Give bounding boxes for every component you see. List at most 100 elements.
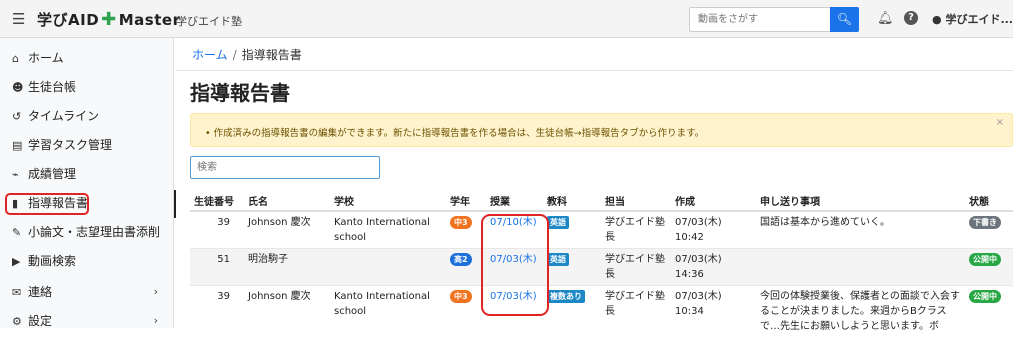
user-name: 学びエイド... xyxy=(945,13,1013,26)
student-id: 39 xyxy=(190,211,244,249)
grade-badge: 高2 xyxy=(450,253,472,266)
status-badge: 公開中 xyxy=(969,290,1001,303)
cross-icon: ✚ xyxy=(101,13,117,27)
note-cell xyxy=(756,249,965,286)
breadcrumb-current: 指導報告書 xyxy=(242,48,302,62)
bell-icon[interactable]: 🔔︎ xyxy=(877,11,894,26)
contact-icon: ✉ xyxy=(12,279,28,307)
status-badge: 公開中 xyxy=(969,253,1001,266)
grade-badge: 中3 xyxy=(450,216,472,229)
sidebar-item-label: タイムライン xyxy=(28,109,99,123)
alert-text: 作成済みの指導報告書の編集ができます。新たに指導報告書を作る場合は、生徒台帳→指… xyxy=(214,128,705,139)
sidebar-item-label: 学習タスク管理 xyxy=(28,138,112,152)
created-cell: 07/03(木) 14:36 xyxy=(671,249,756,286)
info-alert: • 作成済みの指導報告書の編集ができます。新たに指導報告書を作る場合は、生徒台帳… xyxy=(190,113,1013,147)
note-cell: 今回の体験授業後、保護者との面談で入会することが決まりました。来週からBクラスで… xyxy=(756,286,965,337)
sidebar-item-students[interactable]: ☻生徒台帳 xyxy=(0,73,174,101)
subject-badge: 英語 xyxy=(547,216,569,229)
chevron-right-icon: › xyxy=(154,278,158,306)
page-title: 指導報告書 xyxy=(190,77,290,106)
table-row[interactable]: 51 明治駒子 高2 07/03(木) 英語 学びエイド塾長 07/03(木) … xyxy=(190,249,1013,286)
brand-left: 学びAID xyxy=(37,9,99,30)
sidebar-item-tasks[interactable]: ▤学習タスク管理 xyxy=(0,131,174,159)
chart-icon: ⌁ xyxy=(12,161,28,189)
hamburger-icon[interactable]: ☰ xyxy=(12,10,25,28)
sidebar-item-contact[interactable]: ✉連絡 › xyxy=(0,278,174,306)
column-header[interactable]: 作成 xyxy=(671,191,756,211)
users-icon: ☻ xyxy=(12,74,28,102)
student-name: 明治駒子 xyxy=(244,249,330,286)
created-cell: 07/03(木) 10:34 xyxy=(671,286,756,337)
student-id: 39 xyxy=(190,286,244,337)
breadcrumb-separator: / xyxy=(233,48,237,62)
teacher-cell: 学びエイド塾長 xyxy=(601,249,671,286)
breadcrumb-home-link[interactable]: ホーム xyxy=(192,48,228,62)
reports-table: 生徒番号 氏名 学校 学年 授業 教科 担当 作成 申し送り事項 状態 39 J… xyxy=(190,191,1013,337)
close-icon[interactable]: × xyxy=(996,117,1004,128)
teacher-cell: 学びエイド塾長 xyxy=(601,211,671,249)
teacher-cell: 学びエイド塾長 xyxy=(601,286,671,337)
table-search-input[interactable] xyxy=(190,156,380,179)
user-menu[interactable]: ● 学びエイド... xyxy=(932,11,1013,27)
note-cell: 国語は基本から進めていく。 xyxy=(756,211,965,249)
sidebar: ⌂ホーム ☻生徒台帳 ↺タイムライン ▤学習タスク管理 ⌁成績管理 ▮指導報告書… xyxy=(0,38,174,328)
column-header[interactable]: 氏名 xyxy=(244,191,330,211)
column-header[interactable]: 学校 xyxy=(330,191,446,211)
student-name: Johnson 慶次 xyxy=(244,286,330,337)
breadcrumb: ホーム / 指導報告書 xyxy=(192,46,302,63)
status-badge: 下書き xyxy=(969,216,1001,229)
sidebar-item-label: 生徒台帳 xyxy=(28,80,76,94)
clipboard-icon: ▤ xyxy=(12,132,28,160)
table-row[interactable]: 39 Johnson 慶次 Kanto International school… xyxy=(190,286,1013,337)
school-name: 学びエイド塾 xyxy=(176,13,242,29)
column-header[interactable]: 担当 xyxy=(601,191,671,211)
sidebar-item-home[interactable]: ⌂ホーム xyxy=(0,44,174,72)
created-cell: 07/03(木) 10:42 xyxy=(671,211,756,249)
sidebar-item-label: 設定 xyxy=(28,314,52,328)
sidebar-item-settings[interactable]: ⚙設定 › xyxy=(0,307,174,335)
help-icon[interactable]: ? xyxy=(904,11,918,25)
sidebar-item-label: 成績管理 xyxy=(28,167,76,181)
column-header[interactable]: 生徒番号 xyxy=(190,191,244,211)
column-header[interactable]: 申し送り事項 xyxy=(756,191,965,211)
video-search: 🔍︎ xyxy=(689,7,859,32)
divider xyxy=(176,70,1013,71)
column-header[interactable]: 学年 xyxy=(446,191,486,211)
brand-right: Master xyxy=(119,11,181,29)
home-icon: ⌂ xyxy=(12,45,28,73)
bullet-icon: • xyxy=(205,128,214,139)
settings-icon: ⚙ xyxy=(12,308,28,336)
sidebar-item-timeline[interactable]: ↺タイムライン xyxy=(0,102,174,130)
table-row[interactable]: 39 Johnson 慶次 Kanto International school… xyxy=(190,211,1013,249)
active-indicator xyxy=(174,190,176,218)
sidebar-item-video-search[interactable]: ▶動画検索 xyxy=(0,247,174,275)
brand-logo[interactable]: 学びAID ✚ Master xyxy=(37,9,180,30)
search-button[interactable]: 🔍︎ xyxy=(830,7,859,32)
student-id: 51 xyxy=(190,249,244,286)
highlight-annotation xyxy=(5,193,89,215)
sidebar-item-label: 動画検索 xyxy=(28,254,76,268)
video-icon: ▶ xyxy=(12,248,28,276)
column-header[interactable]: 教科 xyxy=(543,191,601,211)
search-icon: 🔍︎ xyxy=(837,12,852,26)
pen-icon: ✎ xyxy=(12,219,28,247)
video-search-input[interactable] xyxy=(689,7,830,32)
top-bar: ☰ 学びAID ✚ Master 学びエイド塾 🔍︎ 🔔︎ ? ● 学びエイド.… xyxy=(0,0,1013,38)
user-icon: ● xyxy=(932,13,942,26)
sidebar-item-essay[interactable]: ✎小論文・志望理由書添削 xyxy=(0,218,174,246)
table-header-row: 生徒番号 氏名 学校 学年 授業 教科 担当 作成 申し送り事項 状態 xyxy=(190,191,1013,211)
column-header[interactable]: 授業 xyxy=(486,191,543,211)
subject-badge: 複数あり xyxy=(547,290,585,303)
column-header[interactable]: 状態 xyxy=(965,191,1013,211)
student-name: Johnson 慶次 xyxy=(244,211,330,249)
chevron-right-icon: › xyxy=(154,307,158,335)
sidebar-item-grades[interactable]: ⌁成績管理 xyxy=(0,160,174,188)
history-icon: ↺ xyxy=(12,103,28,131)
grade-badge: 中3 xyxy=(450,290,472,303)
sidebar-item-label: 連絡 xyxy=(28,285,52,299)
sidebar-item-label: ホーム xyxy=(28,51,64,65)
school-cell xyxy=(330,249,446,286)
school-cell: Kanto International school xyxy=(330,211,446,249)
sidebar-item-label: 小論文・志望理由書添削 xyxy=(28,225,160,239)
highlight-annotation xyxy=(481,214,549,316)
